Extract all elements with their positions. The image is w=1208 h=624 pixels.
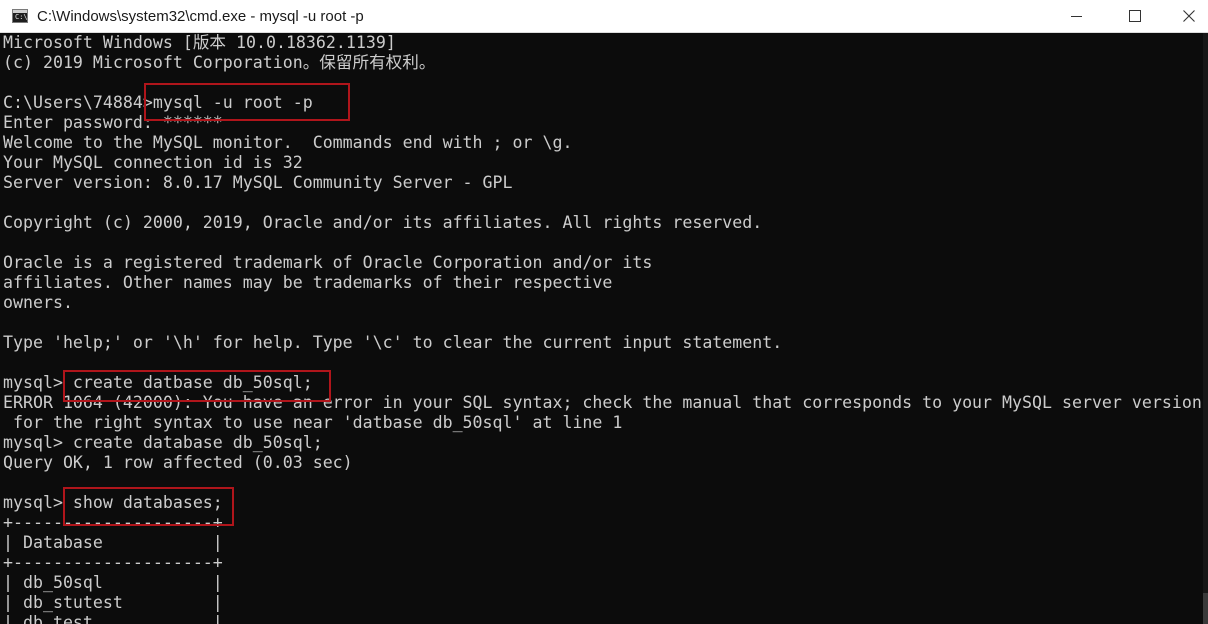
console-line: | db_test | (3, 613, 223, 624)
console-line: | Database | (3, 533, 223, 552)
console-line: mysql> create datbase db_50sql; (3, 373, 313, 392)
cmd-icon-glyph: C:\ (15, 13, 28, 21)
console-line: Your MySQL connection id is 32 (3, 153, 303, 172)
console-line: Microsoft Windows [版本 10.0.18362.1139] (3, 33, 396, 52)
title-bar[interactable]: C:\ C:\Windows\system32\cmd.exe - mysql … (0, 0, 1208, 33)
console-line: Welcome to the MySQL monitor. Commands e… (3, 133, 573, 152)
console-line: | db_stutest | (3, 593, 223, 612)
console-line: ERROR 1064 (42000): You have an error in… (3, 393, 1202, 412)
console-line: C:\Users\74884>mysql -u root -p (3, 93, 313, 112)
console-line: Enter password: ****** (3, 113, 223, 132)
maximize-icon[interactable] (1112, 0, 1158, 32)
console-output[interactable]: Microsoft Windows [版本 10.0.18362.1139] (… (0, 33, 1203, 624)
vertical-scrollbar[interactable] (1203, 33, 1208, 624)
console-line: mysql> create database db_50sql; (3, 433, 323, 452)
console-line: Query OK, 1 row affected (0.03 sec) (3, 453, 353, 472)
console-line: for the right syntax to use near 'datbas… (3, 413, 623, 432)
console-line: Type 'help;' or '\h' for help. Type '\c'… (3, 333, 783, 352)
console-line: affiliates. Other names may be trademark… (3, 273, 613, 292)
console-line: Oracle is a registered trademark of Orac… (3, 253, 653, 272)
scrollbar-thumb[interactable] (1203, 593, 1208, 624)
cmd-icon: C:\ (12, 9, 28, 23)
console-line: Copyright (c) 2000, 2019, Oracle and/or … (3, 213, 763, 232)
cmd-window: C:\ C:\Windows\system32\cmd.exe - mysql … (0, 0, 1208, 624)
minimize-icon[interactable] (1054, 0, 1100, 32)
console-line: mysql> show databases; (3, 493, 223, 512)
console-line: +--------------------+ (3, 513, 223, 532)
window-title: C:\Windows\system32\cmd.exe - mysql -u r… (37, 8, 364, 25)
console-line: (c) 2019 Microsoft Corporation。保留所有权利。 (3, 53, 436, 72)
console-line: Server version: 8.0.17 MySQL Community S… (3, 173, 513, 192)
console-line: owners. (3, 293, 73, 312)
console-line: | db_50sql | (3, 573, 223, 592)
console-line: +--------------------+ (3, 553, 223, 572)
close-icon[interactable] (1166, 0, 1208, 32)
